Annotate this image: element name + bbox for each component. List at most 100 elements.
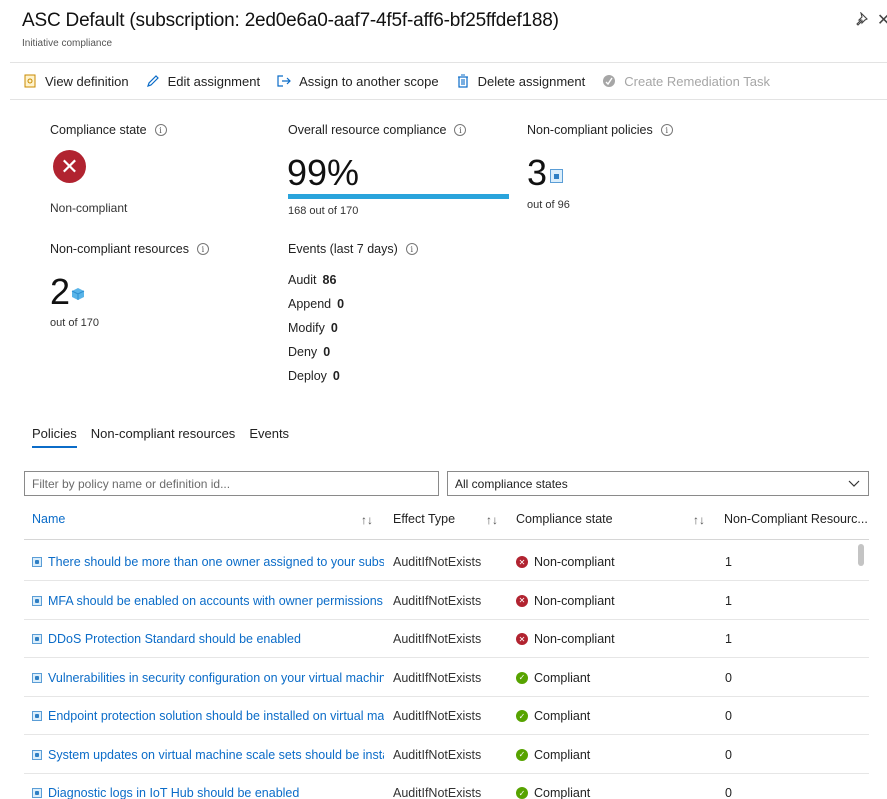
table-row[interactable]: System updates on virtual machine scale … [24, 736, 869, 774]
page-title: ASC Default (subscription: 2ed0e6a0-aaf7… [22, 10, 559, 31]
policy-name-cell[interactable]: MFA should be enabled on accounts with o… [32, 582, 384, 620]
tab-policies[interactable]: Policies [32, 426, 77, 448]
compliance-state-cell: ✓ Compliant [516, 659, 706, 697]
policy-name-link[interactable]: Endpoint protection solution should be i… [48, 709, 384, 723]
compliance-state-cell: ✕ Non-compliant [516, 620, 706, 658]
close-icon[interactable]: ✕ [877, 10, 887, 30]
document-icon [22, 73, 38, 89]
column-header-count[interactable]: Non-Compliant Resourc... [724, 512, 870, 526]
effect-type-cell: AuditIfNotExists [393, 632, 482, 646]
policy-name-cell[interactable]: Vulnerabilities in security configuratio… [32, 659, 384, 697]
policy-name-link[interactable]: DDoS Protection Standard should be enabl… [48, 632, 301, 646]
event-count: 0 [337, 297, 345, 311]
trash-icon [455, 73, 471, 89]
cube-icon [71, 287, 85, 304]
event-name: Audit [288, 273, 317, 287]
policy-name-cell[interactable]: System updates on virtual machine scale … [32, 736, 384, 774]
info-icon[interactable]: i [154, 124, 167, 136]
policy-name-cell[interactable]: Endpoint protection solution should be i… [32, 697, 384, 735]
filter-input[interactable]: Filter by policy name or definition id..… [24, 471, 439, 496]
event-append: Append 0 [288, 292, 344, 316]
noncompliant-count-cell: 1 [725, 555, 732, 569]
policy-name-link[interactable]: MFA should be enabled on accounts with o… [48, 594, 384, 608]
create-remediation-button[interactable]: Create Remediation Task [601, 73, 770, 89]
table-row[interactable]: Vulnerabilities in security configuratio… [24, 659, 869, 697]
effect-type-cell: AuditIfNotExists [393, 555, 482, 569]
noncompliant-count-cell: 0 [725, 786, 732, 799]
compliance-state-heading: Compliance state i [50, 123, 167, 137]
policy-name-cell[interactable]: There should be more than one owner assi… [32, 543, 384, 581]
compliance-state-cell: ✓ Compliant [516, 697, 706, 735]
scrollbar[interactable] [858, 544, 864, 566]
events-heading: Events (last 7 days) i [288, 242, 418, 256]
event-count: 0 [323, 345, 331, 359]
column-header-effect[interactable]: Effect Type [393, 512, 455, 526]
compliance-state-text: Non-compliant [534, 555, 615, 569]
policy-icon [550, 169, 563, 183]
table-row[interactable]: Diagnostic logs in IoT Hub should be ena… [24, 774, 869, 799]
pin-icon[interactable] [856, 11, 870, 30]
compliance-state-text: Compliant [534, 670, 591, 685]
info-icon[interactable]: i [454, 124, 467, 136]
compliance-state-select[interactable]: All compliance states [447, 471, 869, 496]
table-row[interactable]: Endpoint protection solution should be i… [24, 697, 869, 735]
compliance-state-text: Compliant [534, 786, 591, 799]
event-name: Deploy [288, 369, 327, 383]
events-label: Events (last 7 days) [288, 242, 398, 256]
event-deploy: Deploy 0 [288, 364, 344, 388]
table-row[interactable]: There should be more than one owner assi… [24, 543, 869, 581]
noncompliant-policies-label: Non-compliant policies [527, 123, 653, 137]
table-row[interactable]: MFA should be enabled on accounts with o… [24, 582, 869, 620]
pencil-icon [145, 73, 161, 89]
policy-icon [32, 634, 42, 644]
compliance-state-cell: ✕ Non-compliant [516, 543, 706, 581]
sort-icon[interactable]: ↑↓ [361, 513, 373, 527]
edit-assignment-button[interactable]: Edit assignment [145, 73, 260, 89]
compliance-state-value: Non-compliant [50, 201, 128, 215]
table-header-divider [24, 539, 869, 540]
effect-type-cell: AuditIfNotExists [393, 709, 482, 723]
policy-name-link[interactable]: There should be more than one owner assi… [48, 555, 384, 569]
tab-noncompliant-resources[interactable]: Non-compliant resources [91, 426, 236, 448]
command-bar: View definition Edit assignment Assign t… [10, 62, 887, 100]
policy-icon [32, 672, 42, 683]
tab-events[interactable]: Events [249, 426, 289, 448]
policy-name-cell[interactable]: Diagnostic logs in IoT Hub should be ena… [32, 774, 384, 799]
policy-icon [32, 788, 42, 798]
effect-type-cell: AuditIfNotExists [393, 747, 482, 762]
view-definition-button[interactable]: View definition [22, 73, 129, 89]
error-circle-icon: ✕ [516, 556, 528, 568]
info-icon[interactable]: i [196, 243, 209, 255]
noncompliant-count-cell: 1 [725, 632, 732, 646]
column-header-name[interactable]: Name [32, 512, 65, 526]
effect-type-cell: AuditIfNotExists [393, 593, 482, 608]
event-modify: Modify 0 [288, 316, 344, 340]
blade-header: ASC Default (subscription: 2ed0e6a0-aaf7… [0, 0, 887, 58]
sort-icon[interactable]: ↑↓ [486, 513, 498, 527]
overall-compliance-label: Overall resource compliance [288, 123, 447, 137]
check-circle-icon: ✓ [516, 748, 528, 761]
policy-icon [32, 711, 42, 721]
noncompliant-policies-detail: out of 96 [527, 199, 570, 211]
effect-type-cell: AuditIfNotExists [393, 786, 482, 799]
event-name: Modify [288, 321, 325, 335]
policy-name-link[interactable]: Vulnerabilities in security configuratio… [48, 671, 384, 685]
noncompliant-resources-heading: Non-compliant resources i [50, 242, 209, 256]
info-icon[interactable]: i [405, 243, 418, 255]
delete-assignment-button[interactable]: Delete assignment [455, 73, 586, 89]
delete-assignment-label: Delete assignment [477, 73, 586, 89]
table-row[interactable]: DDoS Protection Standard should be enabl… [24, 620, 869, 658]
compliance-state-cell: ✕ Non-compliant [516, 582, 706, 620]
policy-name-link[interactable]: Diagnostic logs in IoT Hub should be ena… [48, 786, 299, 799]
event-audit: Audit 86 [288, 268, 344, 292]
policy-name-link[interactable]: System updates on virtual machine scale … [48, 748, 384, 762]
assign-scope-button[interactable]: Assign to another scope [276, 73, 439, 89]
info-icon[interactable]: i [660, 124, 673, 136]
policy-name-cell[interactable]: DDoS Protection Standard should be enabl… [32, 620, 384, 658]
event-name: Deny [288, 345, 318, 359]
effect-type-cell: AuditIfNotExists [393, 670, 482, 685]
chevron-down-icon [848, 477, 860, 491]
column-header-state[interactable]: Compliance state [516, 512, 613, 526]
noncompliant-resources-detail: out of 170 [50, 317, 99, 329]
sort-icon[interactable]: ↑↓ [693, 513, 705, 527]
